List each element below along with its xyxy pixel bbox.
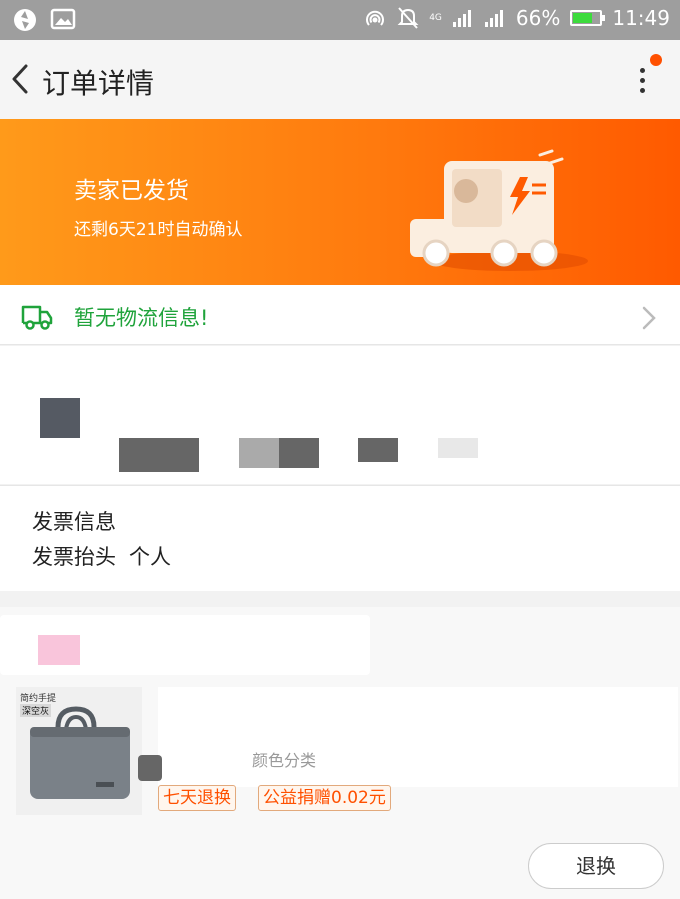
product-section: 简约手提 深空灰 颜色分类 七天退换 公益捐赠0.02元 退换 [0, 607, 680, 899]
battery-icon [570, 10, 606, 26]
battery-percent: 66% [515, 6, 561, 30]
status-bar: 4G 66% 11:49 [0, 0, 680, 40]
redacted-block [40, 398, 80, 438]
redacted-block [239, 438, 279, 468]
chevron-right-icon [642, 306, 656, 330]
laptop-bag-image [30, 706, 130, 799]
redacted-block [358, 438, 398, 462]
network-type: 4G [429, 13, 442, 23]
product-spec: 颜色分类 [252, 751, 317, 770]
product-title-redacted [158, 687, 678, 787]
back-arrow-icon[interactable] [8, 60, 34, 98]
truck-icon [21, 305, 53, 330]
signal-icon [484, 10, 503, 27]
hotspot-icon [366, 10, 385, 26]
battery-fill [573, 13, 592, 23]
redacted-block [119, 438, 199, 472]
app-icon [14, 9, 36, 31]
page-title: 订单详情 [42, 67, 155, 100]
invoice-title: 发票信息 [32, 510, 116, 534]
notification-badge [650, 54, 662, 66]
shipping-status-banner: 卖家已发货 还剩6天21时自动确认 [0, 119, 680, 285]
redacted-block [438, 438, 478, 458]
invoice-head-value: 个人 [129, 545, 171, 569]
clock: 11:49 [612, 6, 670, 30]
charity-donation-tag: 公益捐赠0.02元 [258, 785, 391, 811]
redacted-block [138, 755, 162, 781]
seven-day-return-tag: 七天退换 [158, 785, 236, 811]
image-icon [50, 8, 76, 30]
more-options-button[interactable] [630, 54, 662, 100]
header-bar: 订单详情 [0, 40, 680, 119]
invoice-section: 发票信息 发票抬头 个人 [0, 485, 680, 591]
invoice-head-label: 发票抬头 [32, 545, 116, 569]
signal-icon [452, 10, 471, 27]
shipping-address-section [0, 346, 680, 484]
delivery-truck-icon [410, 149, 588, 271]
shop-avatar [38, 635, 80, 665]
return-exchange-button[interactable]: 退换 [528, 843, 664, 889]
redacted-block [279, 438, 319, 468]
logistics-status-text: 暂无物流信息! [74, 306, 209, 330]
shipping-status-title: 卖家已发货 [74, 178, 189, 204]
auto-confirm-countdown: 还剩6天21时自动确认 [74, 220, 243, 240]
logistics-info-row[interactable]: 暂无物流信息! [0, 285, 680, 345]
product-thumbnail[interactable]: 简约手提 深空灰 [16, 687, 142, 815]
mute-icon [397, 7, 419, 29]
